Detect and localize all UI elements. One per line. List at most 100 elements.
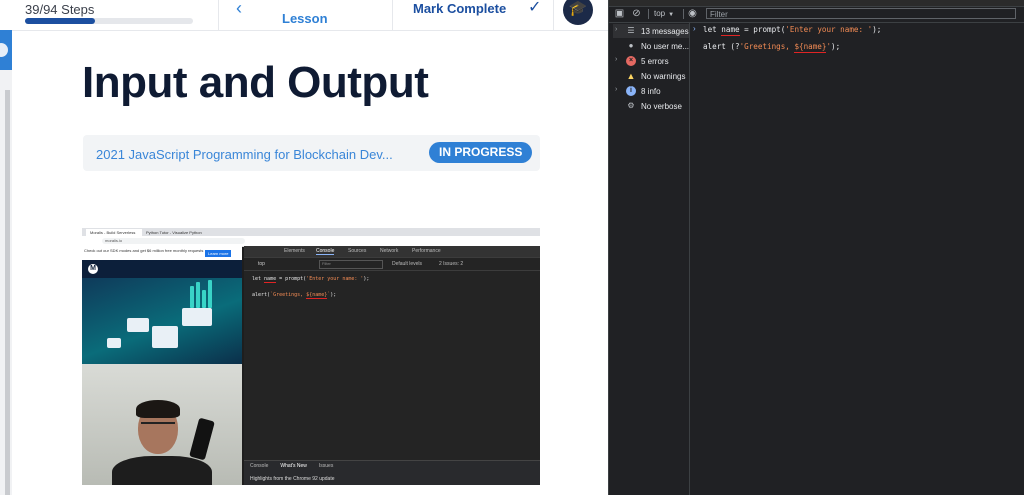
video-devtools-tab: Sources <box>348 248 367 254</box>
sidebar-item-label: No verbose <box>641 102 682 111</box>
eye-icon[interactable]: ◉ <box>687 8 698 19</box>
video-devtools-tab: Console <box>316 248 335 255</box>
video-code-line-1: let name = prompt('Enter your name: '); <box>252 276 370 283</box>
presenter-hair <box>136 400 180 418</box>
sidebar-item-label: 8 info <box>641 87 661 96</box>
video-devtools-tab: Elements <box>284 248 305 254</box>
video-context: top <box>258 261 265 267</box>
code-token: 'Greetings, <box>739 42 795 51</box>
chevron-left-icon[interactable]: ‹ <box>236 0 242 19</box>
video-devtools-filterbar: top Filter Default levels 2 Issues: 2 <box>244 258 540 271</box>
console-code-line-2: alert (?'Greetings, ${name}'); <box>703 42 841 53</box>
divider <box>218 0 219 30</box>
webcam-feed <box>82 364 242 485</box>
scrollbar[interactable] <box>5 90 10 495</box>
warning-icon: ▲ <box>626 71 636 81</box>
code-token: = prompt( <box>276 276 307 282</box>
divider <box>648 9 649 19</box>
video-drawer-tab: Console <box>250 463 269 469</box>
chevron-right-icon: › <box>615 86 618 93</box>
steps-progress-bar <box>25 18 193 24</box>
steps-counter: 39/94 Steps <box>25 2 95 17</box>
video-devtools-tabs: Elements Console Sources Network Perform… <box>244 246 540 258</box>
lesson-topbar: 39/94 Steps ‹ Lesson Mark Complete ✓ 🎓 <box>0 0 608 31</box>
devtools-panel: ▣ ⊘ top ▼ ◉ Filter › ☰ 13 messages ● No u… <box>608 0 1024 495</box>
video-drawer-tab: Issues <box>318 463 334 469</box>
user-icon: ● <box>628 41 634 50</box>
video-website: Check out our SDK modes and get $6 milli… <box>82 246 242 485</box>
code-token: 'Enter your name: ' <box>306 276 364 282</box>
sidebar-toggle-icon[interactable]: ▣ <box>614 8 625 19</box>
console-sidebar: › ☰ 13 messages ● No user me... › × 5 er… <box>609 23 690 495</box>
art-block <box>182 308 212 326</box>
code-token: alert( <box>252 292 271 298</box>
sidebar-item-label: 5 errors <box>641 57 669 66</box>
video-issues-label: 2 Issues: <box>439 261 460 267</box>
microphone-icon <box>189 417 215 461</box>
art-glow <box>208 280 212 308</box>
divider <box>683 9 684 19</box>
video-issues: 2 Issues: 2 <box>439 261 463 267</box>
clear-console-icon[interactable]: ⊘ <box>631 8 642 19</box>
sidebar-item-messages[interactable]: › ☰ 13 messages <box>613 24 689 38</box>
presenter-body <box>112 456 212 485</box>
video-drawer-note: Highlights from the Chrome 92 update <box>250 476 335 482</box>
context-label: top <box>654 9 666 18</box>
code-token: ); <box>831 42 841 51</box>
divider <box>553 0 554 30</box>
art-block <box>152 326 178 348</box>
video-browser-tab: Moralis - Build Serverless Web3 <box>86 229 146 236</box>
code-token: ); <box>363 276 370 282</box>
divider <box>392 0 393 30</box>
code-token: name <box>721 25 740 36</box>
graduation-cap-icon[interactable]: 🎓 <box>563 0 593 25</box>
code-token: ); <box>330 292 337 298</box>
sidebar-item-verbose[interactable]: ⚙ No verbose <box>613 99 689 113</box>
code-token: `Greetings, <box>270 292 307 298</box>
course-bar: 2021 JavaScript Programming for Blockcha… <box>83 135 540 171</box>
console-output[interactable]: › let name = prompt('Enter your name: ')… <box>690 23 1024 495</box>
video-drawer-tab: What's New <box>280 463 307 469</box>
checkmark-icon[interactable]: ✓ <box>528 0 541 17</box>
moralis-logo-icon: M <box>88 264 98 274</box>
video-url: moralis.io <box>102 238 245 244</box>
steps-progress-fill <box>25 18 95 24</box>
console-filter-input[interactable]: Filter <box>706 8 1016 19</box>
console-toolbar: ▣ ⊘ top ▼ ◉ Filter <box>609 6 1024 23</box>
video-devtools-tab: Performance <box>412 248 441 254</box>
code-token: alert (? <box>703 42 740 51</box>
chevron-right-icon: › <box>615 56 618 63</box>
video-browser-tabs: Moralis - Build Serverless Web3 Python T… <box>82 228 540 236</box>
art-glow <box>202 290 206 308</box>
previous-lesson-button[interactable]: Lesson <box>282 11 328 26</box>
sidebar-item-label: 13 messages <box>641 27 689 36</box>
code-token: let <box>703 25 722 34</box>
sidebar-toggle[interactable] <box>0 30 12 70</box>
lesson-page: 39/94 Steps ‹ Lesson Mark Complete ✓ 🎓 I… <box>0 0 608 495</box>
sidebar-item-warnings[interactable]: ▲ No warnings <box>613 69 689 83</box>
code-token: name <box>264 276 277 283</box>
art-block <box>127 318 149 332</box>
sidebar-item-label: No user me... <box>641 42 690 51</box>
video-levels: Default levels <box>392 261 423 267</box>
code-token: ${name} <box>306 292 328 299</box>
lesson-video[interactable]: Moralis - Build Serverless Web3 Python T… <box>82 228 540 485</box>
toggle-circle-icon <box>0 43 8 57</box>
sidebar-item-label: No warnings <box>641 72 686 81</box>
sidebar-item-info[interactable]: › i 8 info <box>613 84 689 98</box>
code-token: ${name} <box>794 42 827 53</box>
sidebar-item-errors[interactable]: › × 5 errors <box>613 54 689 68</box>
video-learn-more: Learn more <box>205 250 232 257</box>
error-icon: × <box>626 56 636 66</box>
course-link[interactable]: 2021 JavaScript Programming for Blockcha… <box>96 147 393 162</box>
code-token: let <box>252 276 265 282</box>
art-block <box>107 338 121 348</box>
caret-down-icon: ▼ <box>668 12 675 18</box>
sidebar-item-user-messages[interactable]: ● No user me... <box>613 39 689 53</box>
status-badge: IN PROGRESS <box>429 142 533 163</box>
code-token: ); <box>872 25 882 34</box>
mark-complete-button[interactable]: Mark Complete <box>413 1 506 16</box>
info-icon: i <box>626 86 636 96</box>
video-devtools-tab: Network <box>380 248 399 254</box>
context-selector[interactable]: top ▼ <box>654 9 674 18</box>
